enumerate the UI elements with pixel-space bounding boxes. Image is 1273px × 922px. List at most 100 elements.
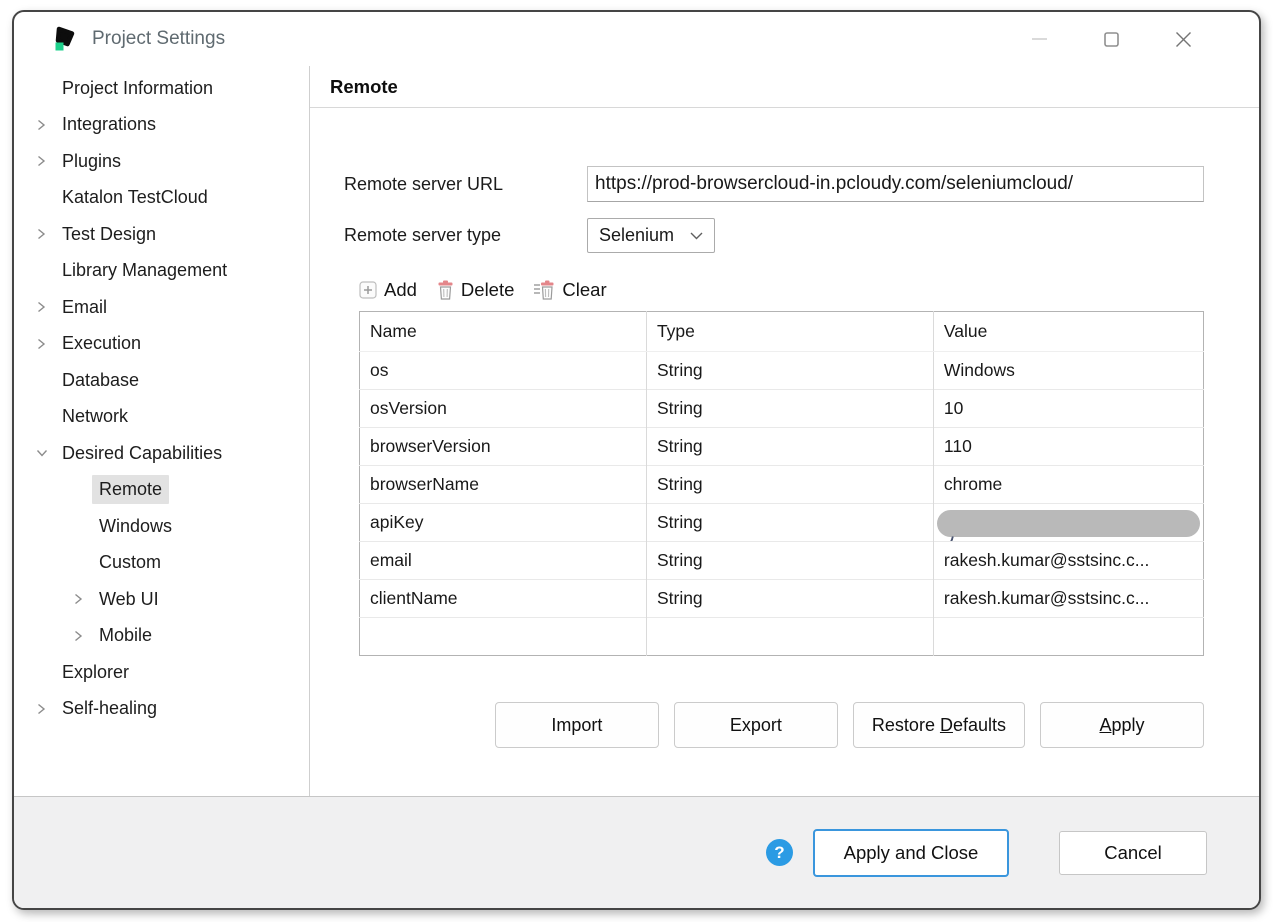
add-button[interactable]: Add bbox=[359, 279, 417, 301]
table-row-browserName[interactable]: browserNameStringchrome bbox=[360, 466, 1204, 504]
table-row-apiKey[interactable]: apiKeyString bbox=[360, 504, 1204, 542]
sidebar-item-mobile[interactable]: Mobile bbox=[14, 618, 309, 655]
page-title: Remote bbox=[310, 66, 1259, 108]
column-header-name[interactable]: Name bbox=[360, 312, 647, 352]
table-row-browserVersion[interactable]: browserVersionString110 bbox=[360, 428, 1204, 466]
table-row-empty[interactable] bbox=[360, 618, 1204, 656]
cell-type[interactable]: String bbox=[646, 466, 933, 504]
chevron-down-icon bbox=[690, 232, 703, 240]
import-button[interactable]: Import bbox=[495, 702, 659, 748]
column-header-value[interactable]: Value bbox=[933, 312, 1203, 352]
minimize-icon bbox=[1032, 37, 1047, 41]
sidebar-item-custom[interactable]: Custom bbox=[14, 545, 309, 582]
cell-value[interactable] bbox=[933, 618, 1203, 656]
apply-button[interactable]: Apply bbox=[1040, 702, 1204, 748]
cell-value[interactable]: 110 bbox=[933, 428, 1203, 466]
sidebar-item-plugins[interactable]: Plugins bbox=[14, 143, 309, 180]
cell-type[interactable]: String bbox=[646, 428, 933, 466]
sidebar-item-label: Network bbox=[55, 402, 135, 431]
chevron-right-slot[interactable] bbox=[65, 593, 92, 605]
settings-tree-sidebar: Project Information Integrations Plugins Ka… bbox=[14, 66, 310, 796]
cancel-button[interactable]: Cancel bbox=[1059, 831, 1207, 875]
cell-name[interactable]: os bbox=[360, 352, 647, 390]
cell-name[interactable]: apiKey bbox=[360, 504, 647, 542]
column-header-type[interactable]: Type bbox=[646, 312, 933, 352]
sidebar-item-self-healing[interactable]: Self-healing bbox=[14, 691, 309, 728]
cell-type[interactable]: String bbox=[646, 352, 933, 390]
cell-name[interactable]: clientName bbox=[360, 580, 647, 618]
chevron-right-icon bbox=[73, 593, 84, 605]
sidebar-item-windows[interactable]: Windows bbox=[14, 508, 309, 545]
remote-server-type-select[interactable]: Selenium bbox=[587, 218, 715, 253]
sidebar-item-label: Database bbox=[55, 366, 146, 395]
cell-type[interactable]: String bbox=[646, 580, 933, 618]
chevron-down-icon bbox=[36, 448, 48, 459]
remote-server-url-input[interactable]: https://prod-browsercloud-in.pcloudy.com… bbox=[587, 166, 1204, 202]
export-button[interactable]: Export bbox=[674, 702, 838, 748]
help-icon[interactable]: ? bbox=[766, 839, 793, 866]
sidebar-item-project-information[interactable]: Project Information bbox=[14, 70, 309, 107]
cell-type[interactable]: String bbox=[646, 390, 933, 428]
add-label: Add bbox=[384, 279, 417, 301]
sidebar-item-test-design[interactable]: Test Design bbox=[14, 216, 309, 253]
chevron-right-slot[interactable] bbox=[28, 338, 55, 350]
sidebar-item-web-ui[interactable]: Web UI bbox=[14, 581, 309, 618]
cell-value[interactable]: chrome bbox=[933, 466, 1203, 504]
katalon-logo-icon bbox=[52, 25, 78, 53]
cell-type[interactable]: String bbox=[646, 504, 933, 542]
cell-value[interactable]: rakesh.kumar@sstsinc.c... bbox=[933, 580, 1203, 618]
apply-and-close-button[interactable]: Apply and Close bbox=[813, 829, 1009, 877]
cell-name[interactable]: email bbox=[360, 542, 647, 580]
table-row-os[interactable]: osStringWindows bbox=[360, 352, 1204, 390]
cell-value[interactable]: rakesh.kumar@sstsinc.c... bbox=[933, 542, 1203, 580]
cell-name[interactable] bbox=[360, 618, 647, 656]
delete-button[interactable]: Delete bbox=[437, 279, 514, 301]
title-bar: Project Settings bbox=[14, 12, 1259, 66]
close-button[interactable] bbox=[1161, 19, 1205, 59]
chevron-right-icon bbox=[36, 119, 47, 131]
table-row-email[interactable]: emailStringrakesh.kumar@sstsinc.c... bbox=[360, 542, 1204, 580]
chevron-right-icon bbox=[36, 155, 47, 167]
sidebar-item-library-management[interactable]: Library Management bbox=[14, 253, 309, 290]
cell-name[interactable]: osVersion bbox=[360, 390, 647, 428]
window-body: Project Information Integrations Plugins Ka… bbox=[14, 66, 1259, 796]
sidebar-item-database[interactable]: Database bbox=[14, 362, 309, 399]
cell-value[interactable] bbox=[933, 504, 1203, 542]
cell-type[interactable]: String bbox=[646, 542, 933, 580]
chevron-right-slot[interactable] bbox=[28, 301, 55, 313]
sidebar-item-explorer[interactable]: Explorer bbox=[14, 654, 309, 691]
restore-defaults-button[interactable]: Restore Defaults bbox=[853, 702, 1025, 748]
cell-type[interactable] bbox=[646, 618, 933, 656]
chevron-right-slot[interactable] bbox=[28, 228, 55, 240]
sidebar-item-label: Integrations bbox=[55, 110, 163, 139]
restore-defaults-label: Restore Defaults bbox=[872, 715, 1006, 736]
sidebar-item-execution[interactable]: Execution bbox=[14, 326, 309, 363]
delete-label: Delete bbox=[461, 279, 514, 301]
sidebar-item-email[interactable]: Email bbox=[14, 289, 309, 326]
cell-value[interactable]: Windows bbox=[933, 352, 1203, 390]
table-row-osVersion[interactable]: osVersionString10 bbox=[360, 390, 1204, 428]
chevron-right-slot[interactable] bbox=[28, 119, 55, 131]
sidebar-item-katalon-testcloud[interactable]: Katalon TestCloud bbox=[14, 180, 309, 217]
maximize-button[interactable] bbox=[1089, 19, 1133, 59]
sidebar-item-network[interactable]: Network bbox=[14, 399, 309, 436]
sidebar-item-label: Katalon TestCloud bbox=[55, 183, 215, 212]
maximize-icon bbox=[1104, 32, 1119, 47]
clear-button[interactable]: Clear bbox=[534, 279, 606, 301]
window-controls bbox=[1017, 19, 1259, 59]
sidebar-item-label: Execution bbox=[55, 329, 148, 358]
cell-name[interactable]: browserVersion bbox=[360, 428, 647, 466]
desired-capabilities-table: Name Type Value osStringWindowsosVersion… bbox=[359, 311, 1204, 656]
chevron-right-slot[interactable] bbox=[28, 703, 55, 715]
chevron-right-slot[interactable] bbox=[65, 630, 92, 642]
selected-server-type: Selenium bbox=[599, 225, 674, 246]
sidebar-item-desired-capabilities[interactable]: Desired Capabilities bbox=[14, 435, 309, 472]
minimize-button[interactable] bbox=[1017, 19, 1061, 59]
cell-value[interactable]: 10 bbox=[933, 390, 1203, 428]
sidebar-item-integrations[interactable]: Integrations bbox=[14, 107, 309, 144]
cell-name[interactable]: browserName bbox=[360, 466, 647, 504]
chevron-right-slot[interactable] bbox=[28, 155, 55, 167]
table-row-clientName[interactable]: clientNameStringrakesh.kumar@sstsinc.c..… bbox=[360, 580, 1204, 618]
chevron-down-slot[interactable] bbox=[28, 448, 55, 459]
sidebar-item-remote[interactable]: Remote bbox=[14, 472, 309, 509]
